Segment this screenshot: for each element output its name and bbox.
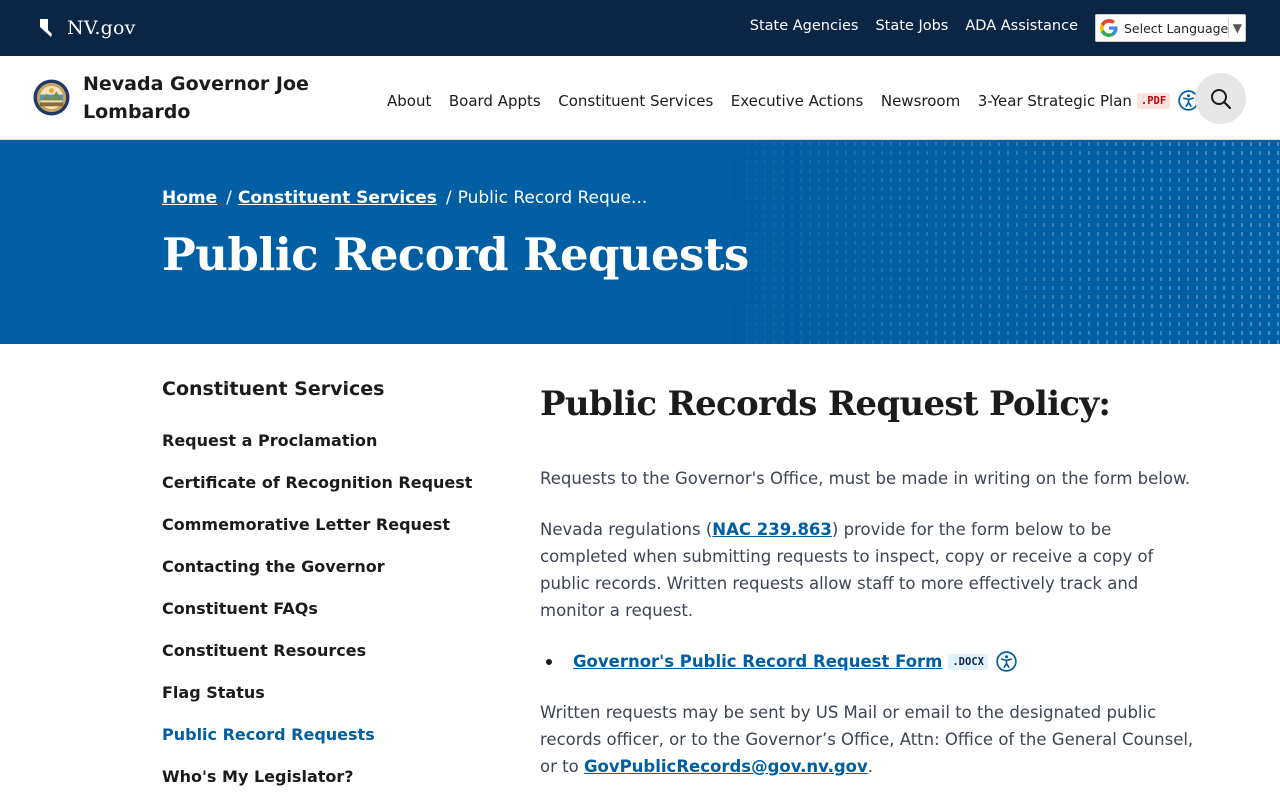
language-select[interactable]: Select Language ▼ — [1095, 14, 1246, 42]
nevada-state-icon — [40, 19, 52, 37]
pdf-badge: .PDF — [1136, 92, 1171, 109]
language-label: Select Language — [1124, 20, 1229, 36]
google-icon — [1100, 19, 1118, 37]
sidebar-item-whos-my-legislator[interactable]: Who's My Legislator? — [162, 765, 482, 800]
breadcrumb: Home / Constituent Services / Public Rec… — [162, 188, 647, 208]
list-item: Governor's Public Record Request Form .D… — [540, 648, 1200, 675]
sidebar-item-constituent-faqs[interactable]: Constituent FAQs — [162, 597, 482, 639]
policy-paragraph-2: Nevada regulations (NAC 239.863) provide… — [540, 516, 1200, 624]
accessibility-icon[interactable] — [996, 651, 1017, 672]
sidebar-heading: Constituent Services — [162, 378, 385, 400]
state-jobs-link[interactable]: State Jobs — [875, 18, 948, 34]
utility-bar: NV.gov State Agencies State Jobs ADA Ass… — [0, 0, 1280, 56]
nvgov-brand: NV.gov — [67, 17, 136, 39]
state-seal-icon[interactable] — [33, 79, 70, 116]
form-list: Governor's Public Record Request Form .D… — [540, 648, 1200, 675]
nav-strategic-plan[interactable]: 3-Year Strategic Plan — [978, 92, 1132, 110]
sidebar-item-flag-status[interactable]: Flag Status — [162, 681, 482, 723]
policy-text: Requests to the Governor's Office, must … — [540, 469, 1191, 488]
sidebar-item-constituent-resources[interactable]: Constituent Resources — [162, 639, 482, 681]
sidebar-item-commemorative-letter[interactable]: Commemorative Letter Request — [162, 513, 482, 555]
sidebar-nav: Constituent Services Request a Proclamat… — [162, 378, 482, 800]
breadcrumb-current: Public Record Reque... — [457, 188, 648, 208]
policy-text: . — [867, 757, 873, 776]
page-title: Public Record Requests — [162, 228, 749, 281]
main-content: Public Records Request Policy: Requests … — [540, 378, 1200, 800]
search-icon — [1210, 88, 1231, 109]
sidebar-item-certificate-recognition[interactable]: Certificate of Recognition Request — [162, 471, 482, 513]
nac-239-863-link[interactable]: NAC 239.863 — [712, 520, 832, 539]
request-form-link[interactable]: Governor's Public Record Request Form — [573, 652, 942, 671]
ada-assistance-link[interactable]: ADA Assistance — [965, 18, 1078, 34]
nav-about[interactable]: About — [387, 92, 431, 110]
breadcrumb-separator: / — [226, 188, 232, 208]
nav-executive-actions[interactable]: Executive Actions — [731, 92, 864, 110]
nav-board-appts[interactable]: Board Appts — [449, 92, 541, 110]
breadcrumb-constituent-services[interactable]: Constituent Services — [238, 188, 437, 208]
sidebar-item-contacting-governor[interactable]: Contacting the Governor — [162, 555, 482, 597]
chevron-down-icon: ▼ — [1227, 18, 1242, 38]
policy-paragraph-1: Requests to the Governor's Office, must … — [540, 465, 1200, 492]
utility-links: State Agencies State Jobs ADA Assistance — [733, 18, 1078, 34]
sidebar-item-request-proclamation[interactable]: Request a Proclamation — [162, 429, 482, 471]
nav-newsroom[interactable]: Newsroom — [881, 92, 960, 110]
site-header: Nevada Governor Joe Lombardo About Board… — [0, 56, 1280, 140]
breadcrumb-separator: / — [445, 188, 452, 208]
hero-banner: Home / Constituent Services / Public Rec… — [0, 140, 1280, 344]
nvgov-home-link[interactable]: NV.gov — [38, 15, 136, 41]
nav-constituent-services[interactable]: Constituent Services — [558, 92, 713, 110]
sidebar-item-public-record-requests[interactable]: Public Record Requests — [162, 723, 482, 765]
email-link[interactable]: GovPublicRecords@gov.nv.gov — [584, 757, 868, 776]
site-title-link[interactable]: Nevada Governor Joe Lombardo — [83, 70, 323, 126]
docx-badge: .DOCX — [948, 653, 988, 670]
state-agencies-link[interactable]: State Agencies — [750, 18, 859, 34]
policy-paragraph-3: Written requests may be sent by US Mail … — [540, 699, 1200, 780]
policy-heading: Public Records Request Policy: — [540, 384, 1111, 424]
policy-text: Nevada regulations ( — [540, 520, 713, 539]
search-button[interactable] — [1195, 73, 1246, 124]
hero-dot-pattern — [680, 140, 1280, 344]
breadcrumb-home[interactable]: Home — [162, 188, 217, 208]
bullet — [546, 658, 552, 665]
main-nav: About Board Appts Constituent Services E… — [387, 90, 1199, 111]
